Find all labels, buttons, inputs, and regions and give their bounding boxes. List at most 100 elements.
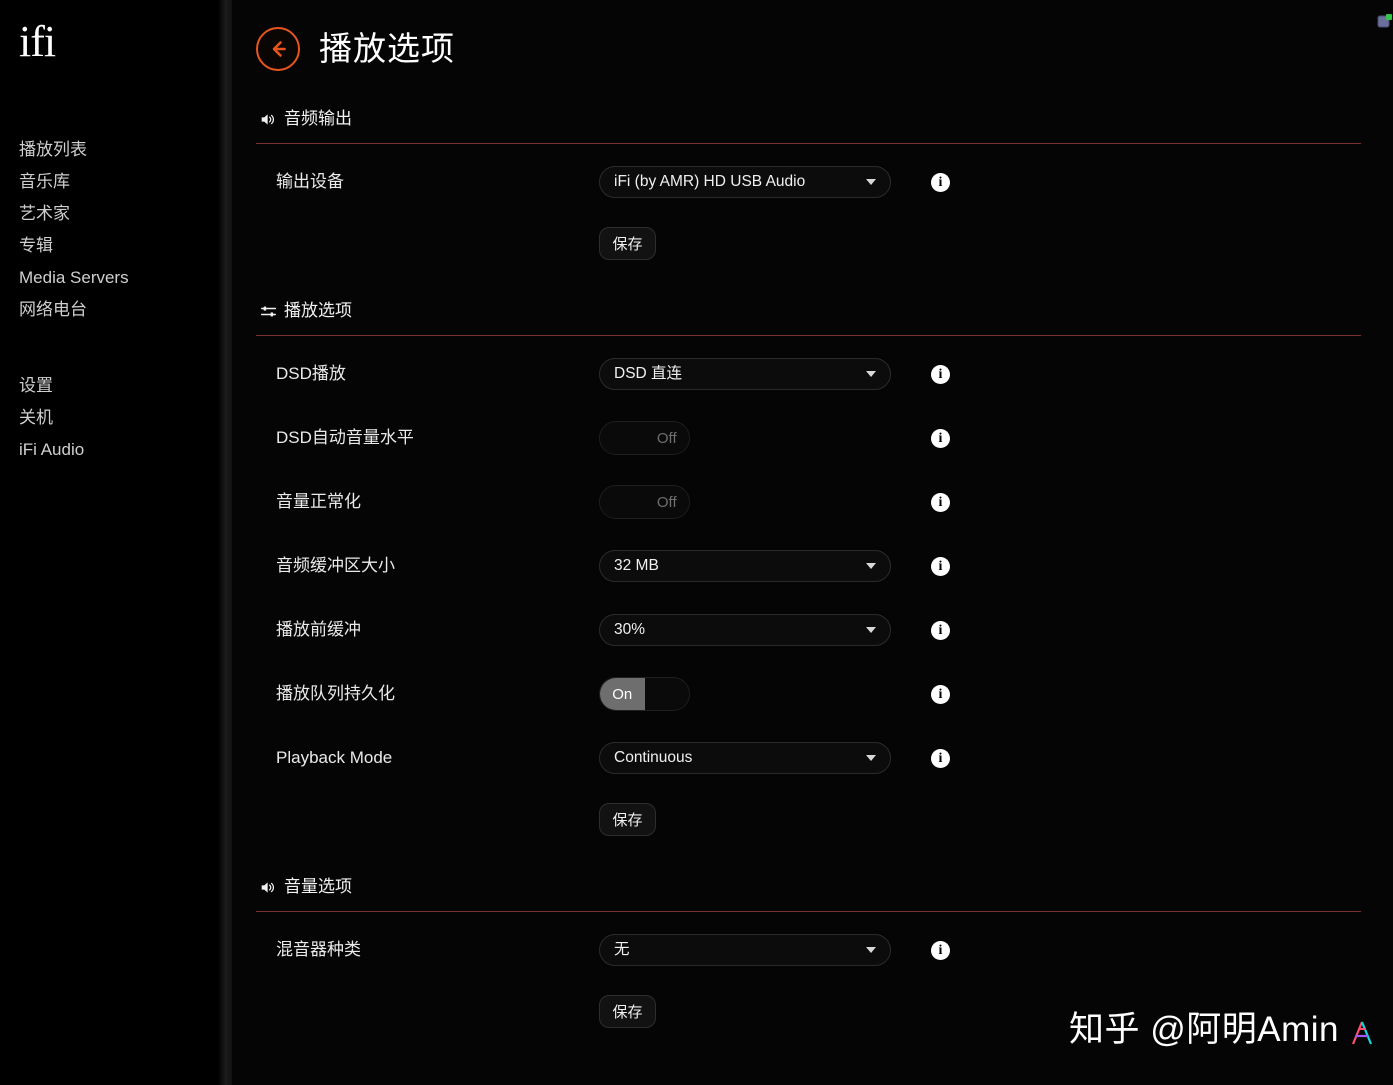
- section-header-volume-options: 音量选项: [256, 874, 1393, 900]
- save-button-playback-options[interactable]: 保存: [599, 802, 656, 836]
- sidebar: ifi 播放列表 音乐库 艺术家 专辑 Media Servers 网络电台 设…: [0, 0, 232, 1085]
- label-output-device: 输出设备: [276, 172, 344, 191]
- mixer-type-select[interactable]: 无: [599, 934, 891, 966]
- toggle-state-label: Off: [656, 429, 677, 447]
- label-playback-mode: Playback Mode: [276, 748, 393, 767]
- speaker-icon: [260, 879, 277, 896]
- control-output-device: iFi (by AMR) HD USB Audio: [599, 166, 891, 198]
- playback-mode-select[interactable]: Continuous: [599, 742, 891, 774]
- save-row-playback-options: 保存: [256, 790, 1393, 848]
- toggle-right-half: Off: [644, 422, 689, 454]
- chevron-down-icon: [866, 371, 876, 377]
- toggle-left-half: On: [600, 678, 645, 710]
- row-output-device: 输出设备 iFi (by AMR) HD USB Audio i: [256, 150, 1393, 214]
- toggle-right-half: Off: [644, 486, 689, 518]
- label-mixer-type: 混音器种类: [276, 940, 361, 959]
- back-button[interactable]: [256, 27, 300, 71]
- info-playback-mode: i: [931, 748, 950, 768]
- rows-playback-options: DSD播放 DSD 直连 i DSD自动音量水平 Off i 音量正常化 Off…: [256, 336, 1393, 790]
- queue-persistence-toggle[interactable]: On: [599, 677, 690, 711]
- dsd-playback-select[interactable]: DSD 直连: [599, 358, 891, 390]
- chevron-down-icon: [866, 947, 876, 953]
- sidebar-item-ifi-audio[interactable]: iFi Audio: [19, 434, 232, 466]
- label-volume-normalization: 音量正常化: [276, 492, 361, 511]
- control-volume-normalization: Off: [599, 485, 891, 519]
- section-volume-options: 音量选项 混音器种类 无 i 保存: [256, 874, 1393, 1040]
- info-icon[interactable]: i: [931, 556, 950, 576]
- control-pre-buffer: 30%: [599, 614, 891, 646]
- speaker-icon: [260, 111, 277, 128]
- toggle-state-label: Off: [656, 493, 677, 511]
- volume-normalization-toggle[interactable]: Off: [599, 485, 690, 519]
- page-header: 播放选项: [256, 18, 1393, 80]
- info-icon[interactable]: i: [931, 684, 950, 704]
- sliders-icon: [260, 303, 277, 320]
- dsd-playback-value: DSD 直连: [614, 365, 683, 382]
- row-dsd-auto-volume-level: DSD自动音量水平 Off i: [256, 406, 1393, 470]
- info-icon[interactable]: i: [931, 940, 950, 960]
- info-icon[interactable]: i: [931, 492, 950, 512]
- control-audio-buffer-size: 32 MB: [599, 550, 891, 582]
- control-dsd-auto-volume-level: Off: [599, 421, 891, 455]
- audio-buffer-size-value: 32 MB: [614, 557, 659, 574]
- output-device-select[interactable]: iFi (by AMR) HD USB Audio: [599, 166, 891, 198]
- info-dsd-auto-volume-level: i: [931, 428, 950, 448]
- label-queue-persistence: 播放队列持久化: [276, 684, 395, 703]
- row-playback-mode: Playback Mode Continuous i: [256, 726, 1393, 790]
- save-row-audio-output: 保存: [256, 214, 1393, 272]
- save-button-volume-options[interactable]: 保存: [599, 994, 656, 1028]
- sidebar-primary-nav: 播放列表 音乐库 艺术家 专辑 Media Servers 网络电台: [19, 134, 232, 326]
- sidebar-item-settings[interactable]: 设置: [19, 370, 232, 402]
- label-audio-buffer-size: 音频缓冲区大小: [276, 556, 395, 575]
- toggle-left-half: [600, 422, 645, 454]
- arrow-left-icon: [266, 37, 290, 61]
- info-icon[interactable]: i: [931, 172, 950, 192]
- sidebar-item-internet-radio[interactable]: 网络电台: [19, 294, 232, 326]
- chevron-down-icon: [866, 563, 876, 569]
- chevron-down-icon: [866, 179, 876, 185]
- content-area: 播放选项 音频输出 输出设备 iFi (by AMR) HD USB Audio…: [232, 0, 1393, 1085]
- label-dsd-auto-volume-level: DSD自动音量水平: [276, 428, 414, 447]
- section-audio-output: 音频输出 输出设备 iFi (by AMR) HD USB Audio i 保存: [256, 106, 1393, 272]
- save-button-audio-output[interactable]: 保存: [599, 226, 656, 260]
- chevron-down-icon: [866, 755, 876, 761]
- sidebar-item-playlists[interactable]: 播放列表: [19, 134, 232, 166]
- dsd-auto-volume-level-toggle[interactable]: Off: [599, 421, 690, 455]
- control-dsd-playback: DSD 直连: [599, 358, 891, 390]
- toggle-left-half: [600, 486, 645, 518]
- output-device-value: iFi (by AMR) HD USB Audio: [614, 173, 806, 190]
- row-volume-normalization: 音量正常化 Off i: [256, 470, 1393, 534]
- page-title: 播放选项: [319, 30, 455, 67]
- save-row-volume-options: 保存: [256, 982, 1393, 1040]
- section-title-playback-options: 播放选项: [284, 301, 352, 320]
- toggle-state-label: On: [612, 685, 633, 703]
- ifi-logo: ifi: [19, 17, 56, 66]
- row-audio-buffer-size: 音频缓冲区大小 32 MB i: [256, 534, 1393, 598]
- info-queue-persistence: i: [931, 684, 950, 704]
- info-icon[interactable]: i: [931, 364, 950, 384]
- info-pre-buffer: i: [931, 620, 950, 640]
- info-audio-buffer-size: i: [931, 556, 950, 576]
- rows-volume-options: 混音器种类 无 i: [256, 912, 1393, 982]
- row-pre-buffer: 播放前缓冲 30% i: [256, 598, 1393, 662]
- info-volume-normalization: i: [931, 492, 950, 512]
- section-title-audio-output: 音频输出: [284, 109, 352, 128]
- playback-mode-value: Continuous: [614, 749, 693, 766]
- section-header-playback-options: 播放选项: [256, 298, 1393, 324]
- info-icon[interactable]: i: [931, 620, 950, 640]
- pre-buffer-select[interactable]: 30%: [599, 614, 891, 646]
- label-dsd-playback: DSD播放: [276, 364, 346, 383]
- info-icon[interactable]: i: [931, 748, 950, 768]
- sidebar-item-shutdown[interactable]: 关机: [19, 402, 232, 434]
- sidebar-item-library[interactable]: 音乐库: [19, 166, 232, 198]
- sidebar-item-media-servers[interactable]: Media Servers: [19, 262, 232, 294]
- sidebar-secondary-nav: 设置 关机 iFi Audio: [19, 370, 232, 466]
- info-icon[interactable]: i: [931, 428, 950, 448]
- pre-buffer-value: 30%: [614, 621, 646, 638]
- chevron-down-icon: [866, 627, 876, 633]
- toggle-right-half: [644, 678, 689, 710]
- sidebar-item-albums[interactable]: 专辑: [19, 230, 232, 262]
- audio-buffer-size-select[interactable]: 32 MB: [599, 550, 891, 582]
- app-root: ifi 播放列表 音乐库 艺术家 专辑 Media Servers 网络电台 设…: [0, 0, 1393, 1085]
- sidebar-item-artists[interactable]: 艺术家: [19, 198, 232, 230]
